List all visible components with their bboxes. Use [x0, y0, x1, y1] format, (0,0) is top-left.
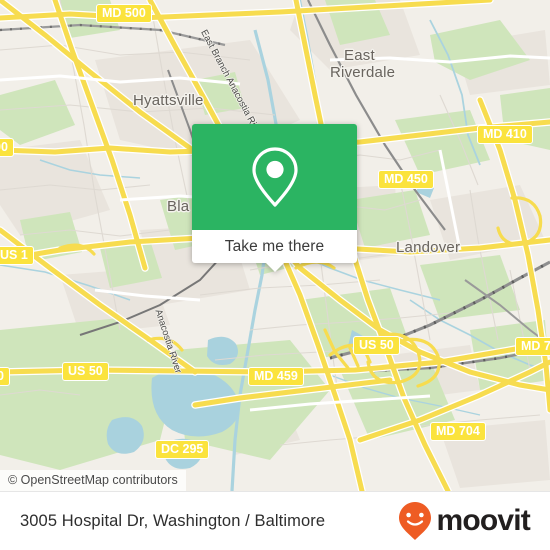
callout-header — [192, 124, 357, 230]
map-canvas[interactable]: MD 500 00 MD 410 MD 450 US 1 US 50 MD 70… — [0, 0, 550, 491]
map-screen: MD 500 00 MD 410 MD 450 US 1 US 50 MD 70… — [0, 0, 550, 550]
shield-md-704-bottom: MD 704 — [430, 422, 486, 441]
take-me-there-button[interactable]: Take me there — [192, 230, 357, 272]
footer-bar: 3005 Hospital Dr, Washington / Baltimore… — [0, 491, 550, 550]
shield-us-50-center: US 50 — [353, 336, 400, 355]
map-attribution[interactable]: © OpenStreetMap contributors — [0, 470, 186, 491]
shield-md-410: MD 410 — [477, 125, 533, 144]
callout-pointer — [264, 262, 285, 272]
moovit-wordmark: moovit — [436, 504, 530, 537]
location-pin-icon — [251, 147, 298, 207]
shield-md-459: MD 459 — [248, 367, 304, 386]
moovit-pin-smiley-icon — [399, 502, 432, 540]
address-label: 3005 Hospital Dr, Washington / Baltimore — [20, 511, 326, 530]
location-callout-card[interactable]: Take me there — [192, 124, 357, 272]
take-me-there-label: Take me there — [224, 237, 325, 255]
shield-us-50-left: US 50 — [62, 362, 109, 381]
shield-md-704-right: MD 704 — [515, 337, 550, 356]
shield-md-450: MD 450 — [378, 170, 434, 189]
shield-us-1: US 1 — [0, 246, 34, 265]
moovit-logo[interactable]: moovit — [397, 501, 531, 541]
shield-dc-295: DC 295 — [155, 440, 210, 459]
shield-us-50-clipped: 0 — [0, 367, 10, 386]
attribution-text: © OpenStreetMap contributors — [8, 473, 178, 487]
shield-md-500: MD 500 — [96, 4, 152, 23]
shield-md-500-clipped: 00 — [0, 138, 14, 157]
